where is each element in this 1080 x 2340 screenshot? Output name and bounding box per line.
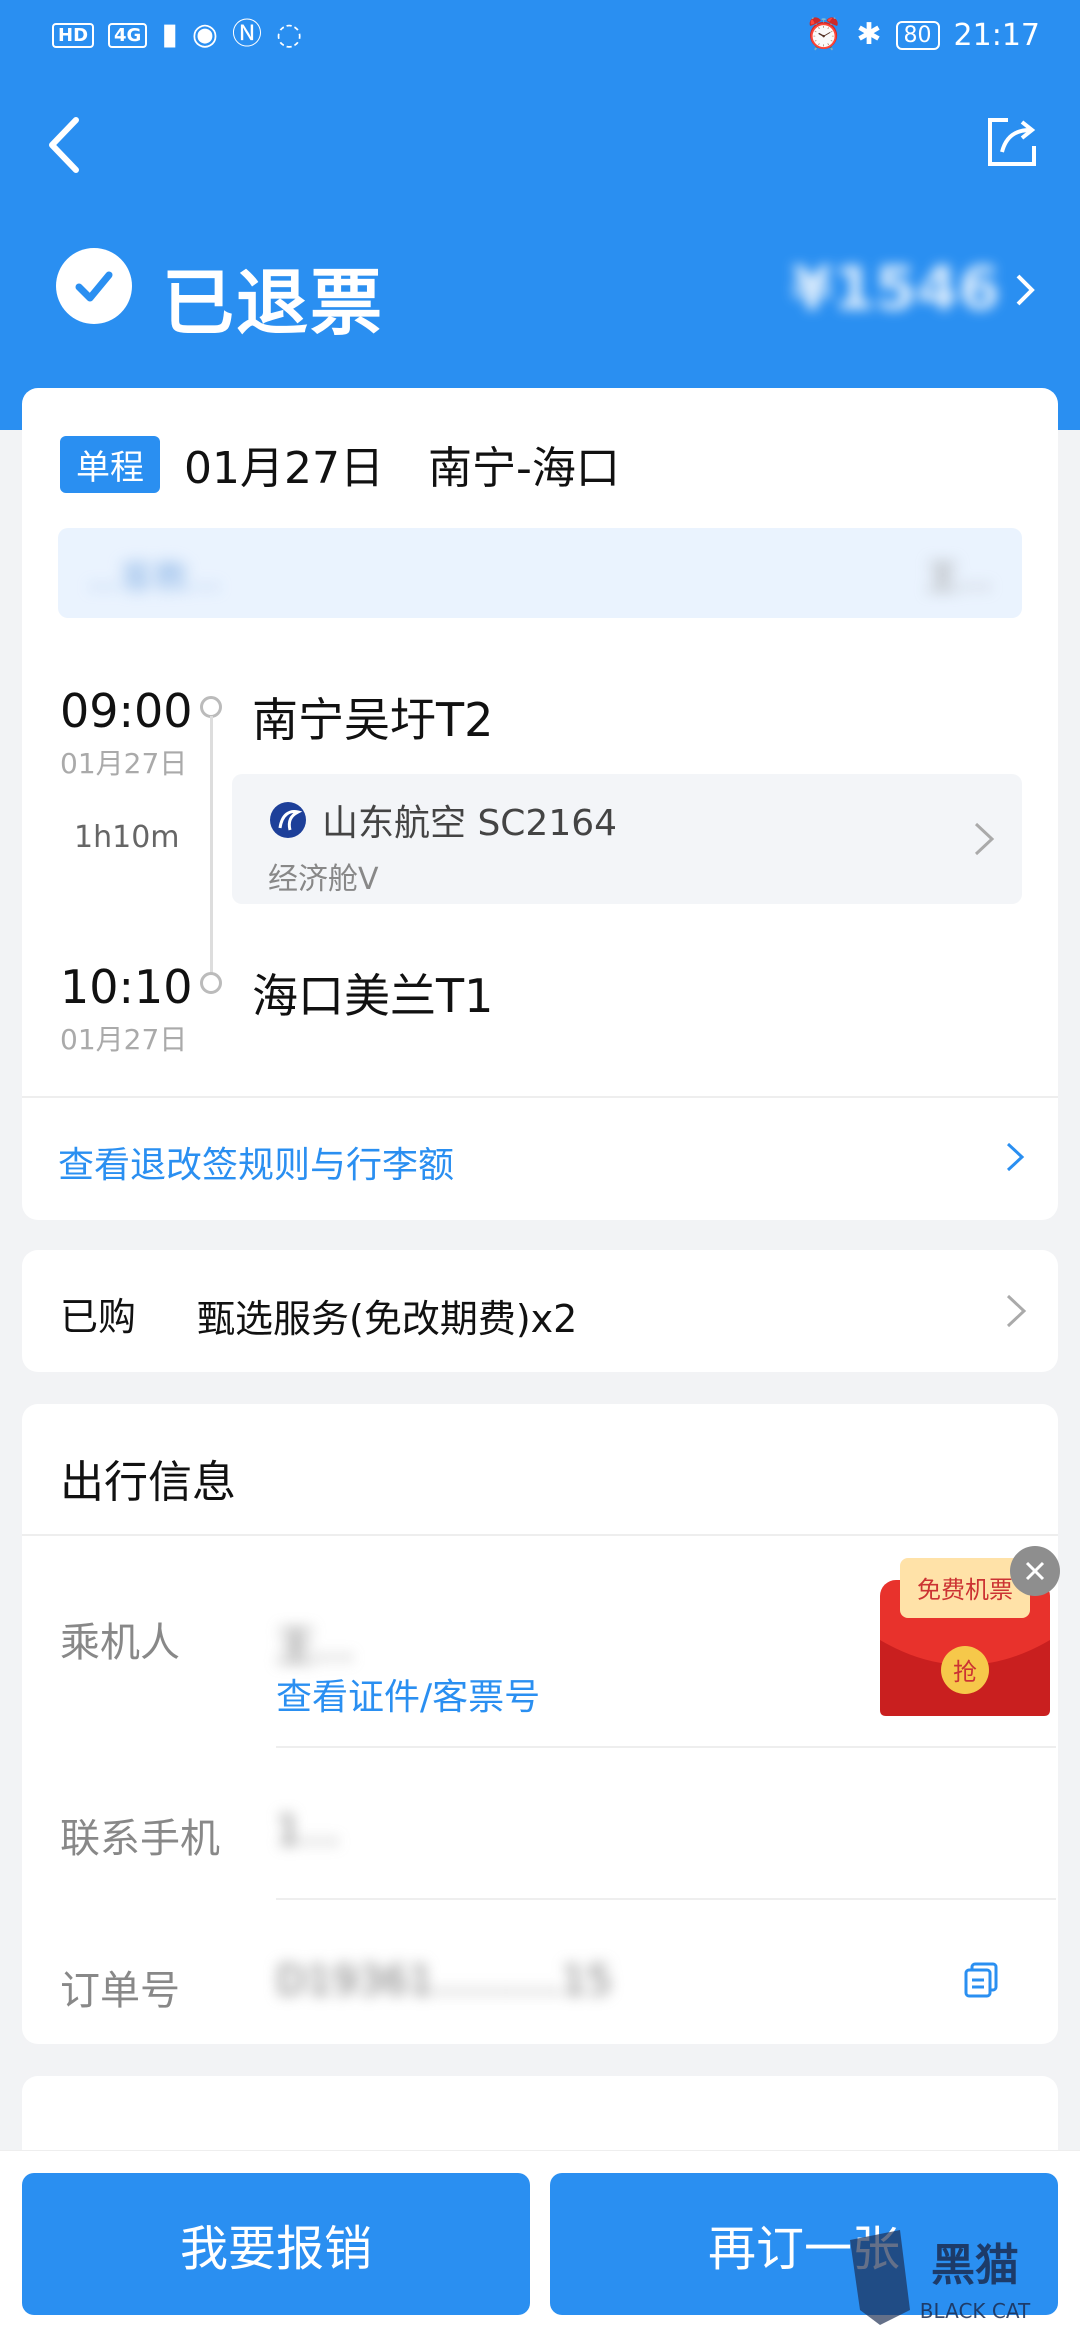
arrive-date: 01月27日 (60, 1023, 188, 1056)
divider (276, 1746, 1056, 1748)
depart-dot (200, 696, 222, 718)
airline-name: 山东航空 SC2164 (322, 803, 618, 844)
order-number-label: 订单号 (60, 1968, 180, 2014)
promo-text: 免费机票 (917, 1576, 1013, 1604)
agency-name: ...客教... (88, 558, 221, 598)
airline-logo-icon (270, 802, 306, 838)
refund-status-row: 已退票 ¥1546 (0, 230, 1080, 345)
signal-icon: ▮ (161, 17, 178, 52)
divider (22, 1096, 1058, 1098)
refund-status-title: 已退票 (162, 261, 385, 345)
network-chip: 4G (108, 22, 148, 48)
trip-date: 01月27日 (184, 443, 384, 494)
price-amount: ¥1546 (791, 254, 1000, 324)
status-left: HD 4G ▮ ◉ Ⓝ ◌ (52, 20, 302, 50)
bluetooth-icon: ✱ (856, 17, 882, 52)
order-price[interactable]: ¥1546 (791, 254, 1000, 324)
promo-grab: 抢 (953, 1658, 977, 1686)
header: HD 4G ▮ ◉ Ⓝ ◌ ⏰ ✱ 80 21:17 已退票 ¥1546 (0, 0, 1080, 430)
hd-chip: HD (52, 22, 95, 48)
trip-route: 南宁-海口 (427, 443, 620, 494)
travel-info-title: 出行信息 (60, 1457, 236, 1508)
cabin-class: 经济舱V (268, 862, 379, 897)
copy-icon[interactable] (962, 1960, 1002, 2000)
agency-bar[interactable]: ...客教... 王... (58, 528, 1022, 618)
flight-card: 单程 01月27日 南宁-海口 ...客教... 王... 09:00 01月2… (22, 388, 1058, 1220)
trip-header: 单程 01月27日 南宁-海口 (60, 432, 620, 496)
black-cat-watermark: 黑猫 BLACK CAT (850, 2230, 1031, 2325)
refund-rules-link[interactable]: 查看退改签规则与行李额 (58, 1136, 454, 1188)
purchased-label: 已购 (60, 1295, 137, 1339)
chevron-right-icon (974, 822, 995, 856)
vpn-icon: ◌ (276, 17, 303, 52)
passenger-name: 王... (276, 1614, 354, 1672)
status-bar: HD 4G ▮ ◉ Ⓝ ◌ ⏰ ✱ 80 21:17 (0, 0, 1080, 70)
phone-value: 1... (276, 1808, 340, 1854)
flight-duration: 1h10m (74, 820, 180, 855)
chevron-right-icon (1016, 274, 1035, 306)
nfc-icon: Ⓝ (232, 17, 263, 52)
purchased-service-card[interactable]: 已购 甄选服务(免改期费)x2 (22, 1250, 1058, 1372)
navbar (0, 100, 1080, 190)
close-icon (1025, 1561, 1045, 1581)
clock: 21:17 (953, 17, 1040, 53)
order-number-text: D19361..........15 (276, 1958, 613, 2004)
back-icon[interactable] (38, 110, 98, 180)
trip-type-badge: 单程 (60, 435, 160, 493)
alarm-icon: ⏰ (805, 17, 843, 52)
divider (22, 1534, 1058, 1536)
watermark-text: 黑猫 (931, 2240, 1019, 2291)
airline-info[interactable]: 山东航空 SC2164 经济舱V (232, 774, 1022, 904)
promo-close-button[interactable] (1010, 1546, 1060, 1596)
chevron-right-icon (1006, 1294, 1027, 1328)
phone-value-text: 1... (276, 1808, 340, 1854)
divider (276, 1898, 1056, 1900)
arrive-dot (200, 972, 222, 994)
chevron-right-icon (1006, 1142, 1025, 1172)
depart-airport: 南宁吴圩T2 (252, 693, 494, 747)
order-number-value: D19361..........15 (276, 1958, 612, 2004)
arrive-time: 10:10 (60, 960, 193, 1014)
purchased-service-text: 甄选服务(免改期费)x2 (197, 1297, 578, 1341)
depart-date: 01月27日 (60, 747, 188, 780)
phone-label: 联系手机 (60, 1816, 220, 1862)
reimburse-button[interactable]: 我要报销 (22, 2173, 530, 2315)
depart-time: 09:00 (60, 684, 193, 738)
timeline-line (210, 716, 213, 984)
view-id-link[interactable]: 查看证件/客票号 (276, 1668, 540, 1720)
status-right: ⏰ ✱ 80 21:17 (805, 18, 1040, 53)
passenger-name-text: 王... (276, 1624, 355, 1670)
check-icon (56, 248, 132, 324)
passenger-label: 乘机人 (60, 1620, 180, 1666)
arrive-airport: 海口美兰T1 (252, 969, 494, 1023)
share-icon[interactable] (980, 110, 1044, 174)
eye-icon: ◉ (191, 17, 219, 52)
watermark-sub: BLACK CAT (920, 2299, 1031, 2323)
battery-icon: 80 (895, 20, 940, 50)
agency-contact: 王... (925, 558, 992, 598)
